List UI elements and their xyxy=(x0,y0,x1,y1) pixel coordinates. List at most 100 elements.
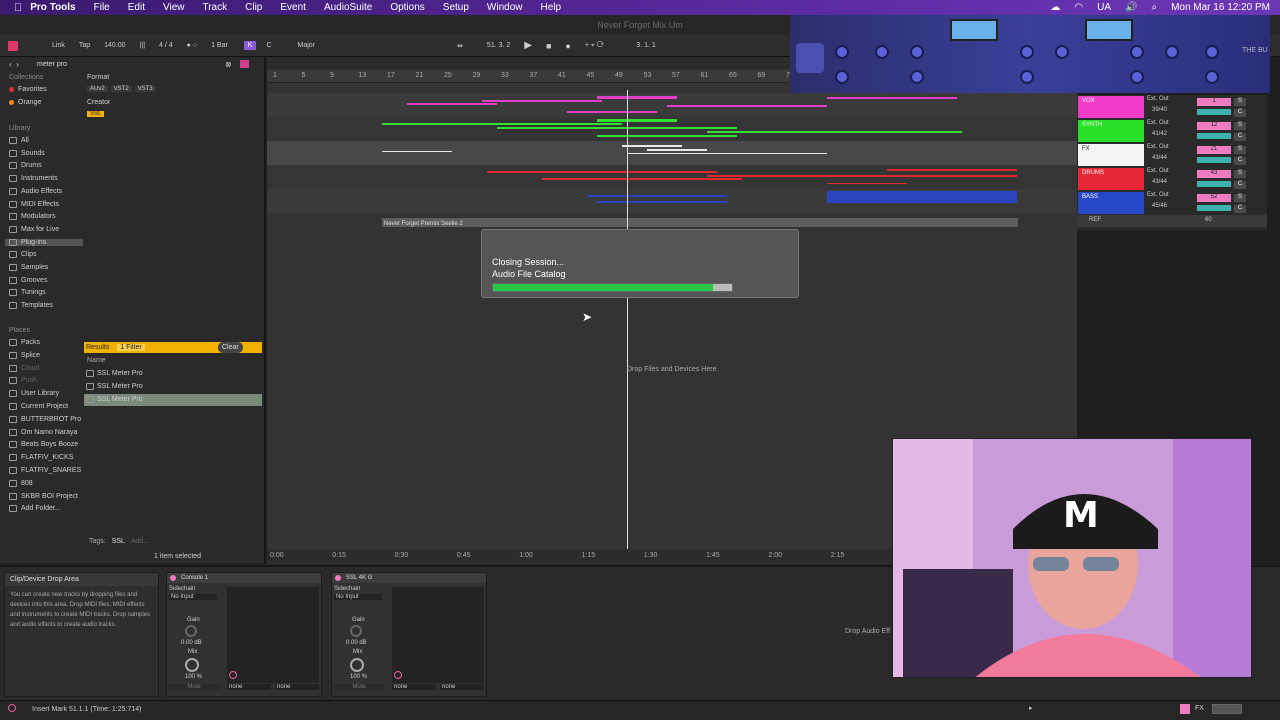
io-select[interactable]: 43/44 xyxy=(1152,179,1167,185)
input-select[interactable]: No Input xyxy=(334,594,382,600)
track-name[interactable]: BASS xyxy=(1078,192,1144,214)
gain-knob[interactable] xyxy=(185,625,197,637)
power-icon[interactable] xyxy=(335,575,341,581)
menu-edit[interactable]: Edit xyxy=(128,2,145,13)
result-row[interactable]: SSL Meter Pro xyxy=(84,368,262,380)
library-item-templates[interactable]: Templates xyxy=(9,302,53,310)
device-header[interactable]: Console 1 xyxy=(167,573,321,583)
record-mode-icon[interactable]: ● ○ xyxy=(183,41,201,50)
result-row[interactable]: SSL Meter Pro xyxy=(84,394,262,406)
input-select[interactable]: No Input xyxy=(169,594,217,600)
menu-options[interactable]: Options xyxy=(390,2,424,13)
mix-value[interactable]: 100 % xyxy=(185,674,202,680)
tag-ssl[interactable]: SSL xyxy=(112,538,125,545)
param-dot-icon[interactable] xyxy=(229,671,237,679)
place-item[interactable]: Push xyxy=(9,377,37,385)
output-select[interactable]: Ext. Out xyxy=(1147,168,1169,174)
mix-knob[interactable] xyxy=(350,658,364,672)
place-item[interactable]: 808 xyxy=(9,479,33,487)
session-icon[interactable] xyxy=(8,40,18,51)
solo-button[interactable]: S xyxy=(1234,194,1246,202)
menu-help[interactable]: Help xyxy=(541,2,562,13)
format-tag[interactable]: VST2 xyxy=(110,86,132,92)
library-item-drums[interactable]: Drums xyxy=(9,162,42,170)
mixer-track-ref[interactable]: REF 60 xyxy=(1077,215,1267,227)
output-select[interactable]: Ext. Out xyxy=(1147,192,1169,198)
device-header[interactable]: SSL 4K G xyxy=(332,573,486,583)
place-item[interactable]: Splice xyxy=(9,351,40,359)
plugin-knob[interactable] xyxy=(835,45,849,59)
solo-button[interactable]: S xyxy=(1234,122,1246,130)
search-input[interactable]: meter pro xyxy=(37,61,67,68)
gain-knob[interactable] xyxy=(350,625,362,637)
quantize-menu[interactable]: 1 Bar xyxy=(207,41,232,50)
collection-favorites[interactable]: Favorites xyxy=(9,86,47,93)
output-select[interactable]: Ext. Out xyxy=(1147,144,1169,150)
io-select[interactable]: 43/44 xyxy=(1152,155,1167,161)
plugin-knob[interactable] xyxy=(1205,70,1219,84)
power-icon[interactable] xyxy=(170,575,176,581)
pan-slider[interactable] xyxy=(1197,133,1231,139)
volume-icon[interactable]: 🔊 xyxy=(1125,2,1137,13)
plugin-knob[interactable] xyxy=(835,70,849,84)
filter-count[interactable]: 1 Filter xyxy=(117,344,145,351)
track-name[interactable]: DRUMS xyxy=(1078,168,1144,190)
plugin-knob[interactable] xyxy=(1205,45,1219,59)
ref-name[interactable]: REF xyxy=(1089,217,1101,223)
plugin-knob[interactable] xyxy=(1130,70,1144,84)
place-item[interactable]: Packs xyxy=(9,339,40,346)
solo-button[interactable]: S xyxy=(1234,98,1246,106)
volume-field[interactable]: 12 xyxy=(1197,122,1231,130)
filter-format-label[interactable]: Format xyxy=(87,74,109,81)
library-item-sounds[interactable]: Sounds xyxy=(9,149,45,157)
cue-button[interactable]: C xyxy=(1234,133,1246,141)
volume-field[interactable]: 43 xyxy=(1197,170,1231,178)
library-item-clips[interactable]: Clips xyxy=(9,251,37,259)
tempo-field[interactable]: 140.00 xyxy=(100,41,129,50)
wifi-icon[interactable]: ◠ xyxy=(1074,2,1083,13)
edit-tag-icon[interactable] xyxy=(240,60,249,68)
mixer-track-bass[interactable]: BASS Ext. Out 45/46 52 S C xyxy=(1077,191,1267,215)
menu-clip[interactable]: Clip xyxy=(245,2,262,13)
route-select[interactable]: none xyxy=(227,684,271,690)
place-item[interactable]: FLATFIV_SNARES xyxy=(9,467,81,474)
menu-setup[interactable]: Setup xyxy=(443,2,469,13)
link-button[interactable]: Link xyxy=(48,41,69,50)
result-row[interactable]: SSL Meter Pro xyxy=(84,381,262,393)
loop-start-field[interactable]: 3. 1. 1 xyxy=(632,41,659,50)
library-item-grooves[interactable]: Grooves xyxy=(9,276,47,284)
creator-tag[interactable]: SSL xyxy=(87,111,105,117)
track-name[interactable]: VOX xyxy=(1078,96,1144,118)
drop-area[interactable]: Clip/Device Drop Area You can create new… xyxy=(4,572,159,697)
track-name[interactable]: SYNTH xyxy=(1078,120,1144,142)
mute-button[interactable]: Mute xyxy=(334,684,384,690)
solo-button[interactable]: S xyxy=(1234,170,1246,178)
play-mini-icon[interactable]: ▸ xyxy=(1029,704,1033,712)
route-select[interactable]: none xyxy=(392,684,436,690)
pan-slider[interactable] xyxy=(1197,109,1231,115)
key-select[interactable]: C xyxy=(262,41,275,50)
volume-field[interactable]: 1 xyxy=(1197,98,1231,106)
output-select[interactable]: Ext. Out xyxy=(1147,96,1169,102)
audio-clip[interactable]: Never Forget Premix Seelie 2 xyxy=(382,218,1018,227)
mix-value[interactable]: 100 % xyxy=(350,674,367,680)
library-item-max-for-live[interactable]: Max for Live xyxy=(9,225,59,233)
device-console-1[interactable]: Console 1 Sidechain No Input Gain 0.00 dB Mix… xyxy=(166,572,322,697)
cue-button[interactable]: C xyxy=(1234,109,1246,117)
plugin-knob[interactable] xyxy=(910,70,924,84)
mute-button[interactable]: Mute xyxy=(169,684,219,690)
position-field[interactable]: 51. 3. 2 xyxy=(483,41,514,50)
plugin-knob[interactable] xyxy=(1165,45,1179,59)
close-icon[interactable]: ⊗ xyxy=(225,60,232,69)
plugin-knob[interactable] xyxy=(875,45,889,59)
clock[interactable]: Mon Mar 16 12:20 PM xyxy=(1171,2,1270,13)
volume-field[interactable]: 52 xyxy=(1197,194,1231,202)
library-item-tunings[interactable]: Tunings xyxy=(9,289,46,297)
collection-orange[interactable]: Orange xyxy=(9,99,41,106)
library-item-audio-effects[interactable]: Audio Effects xyxy=(9,187,62,195)
nav-arrows[interactable]: ‹ › xyxy=(9,60,19,69)
cue-button[interactable]: C xyxy=(1234,157,1246,165)
plugin-knob[interactable] xyxy=(1055,45,1069,59)
ref-volume[interactable]: 60 xyxy=(1205,217,1212,223)
pan-slider[interactable] xyxy=(1197,181,1231,187)
